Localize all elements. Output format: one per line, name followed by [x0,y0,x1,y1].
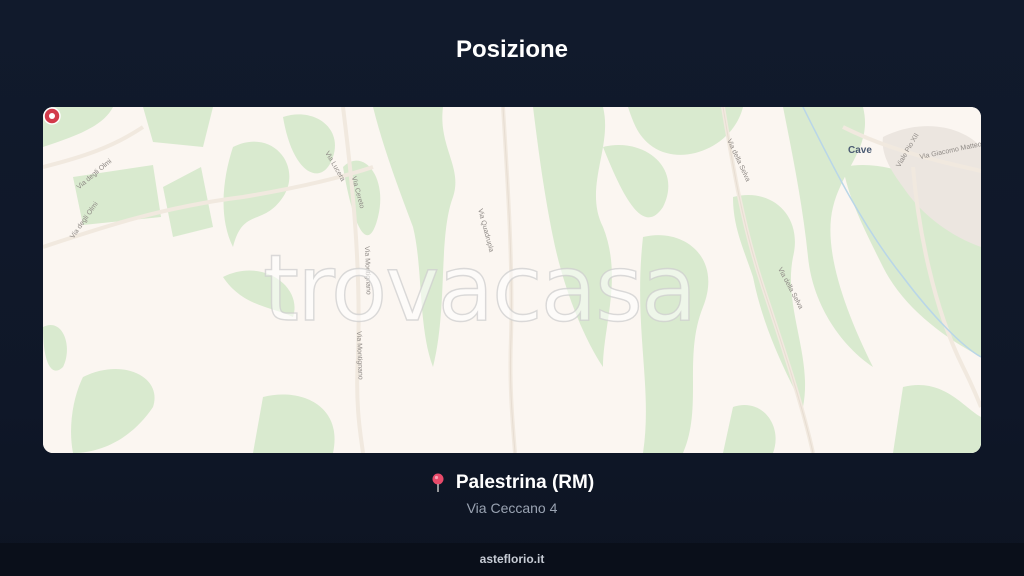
pin-icon [432,473,444,492]
footer-site-link[interactable]: asteflorio.it [0,543,1024,576]
watermark: trovacasa [262,234,698,342]
town-label: Cave [848,145,872,156]
page-title: Posizione [455,36,569,63]
location-header: Palestrina (RM) [0,472,1024,494]
location-name: Palestrina (RM) [455,472,595,493]
map[interactable]: Via degli Olmi Via degli Olmi Via Lucera… [43,107,981,453]
map-marker-icon[interactable] [43,107,61,125]
location-address: Via Ceccano 4 [466,500,558,516]
